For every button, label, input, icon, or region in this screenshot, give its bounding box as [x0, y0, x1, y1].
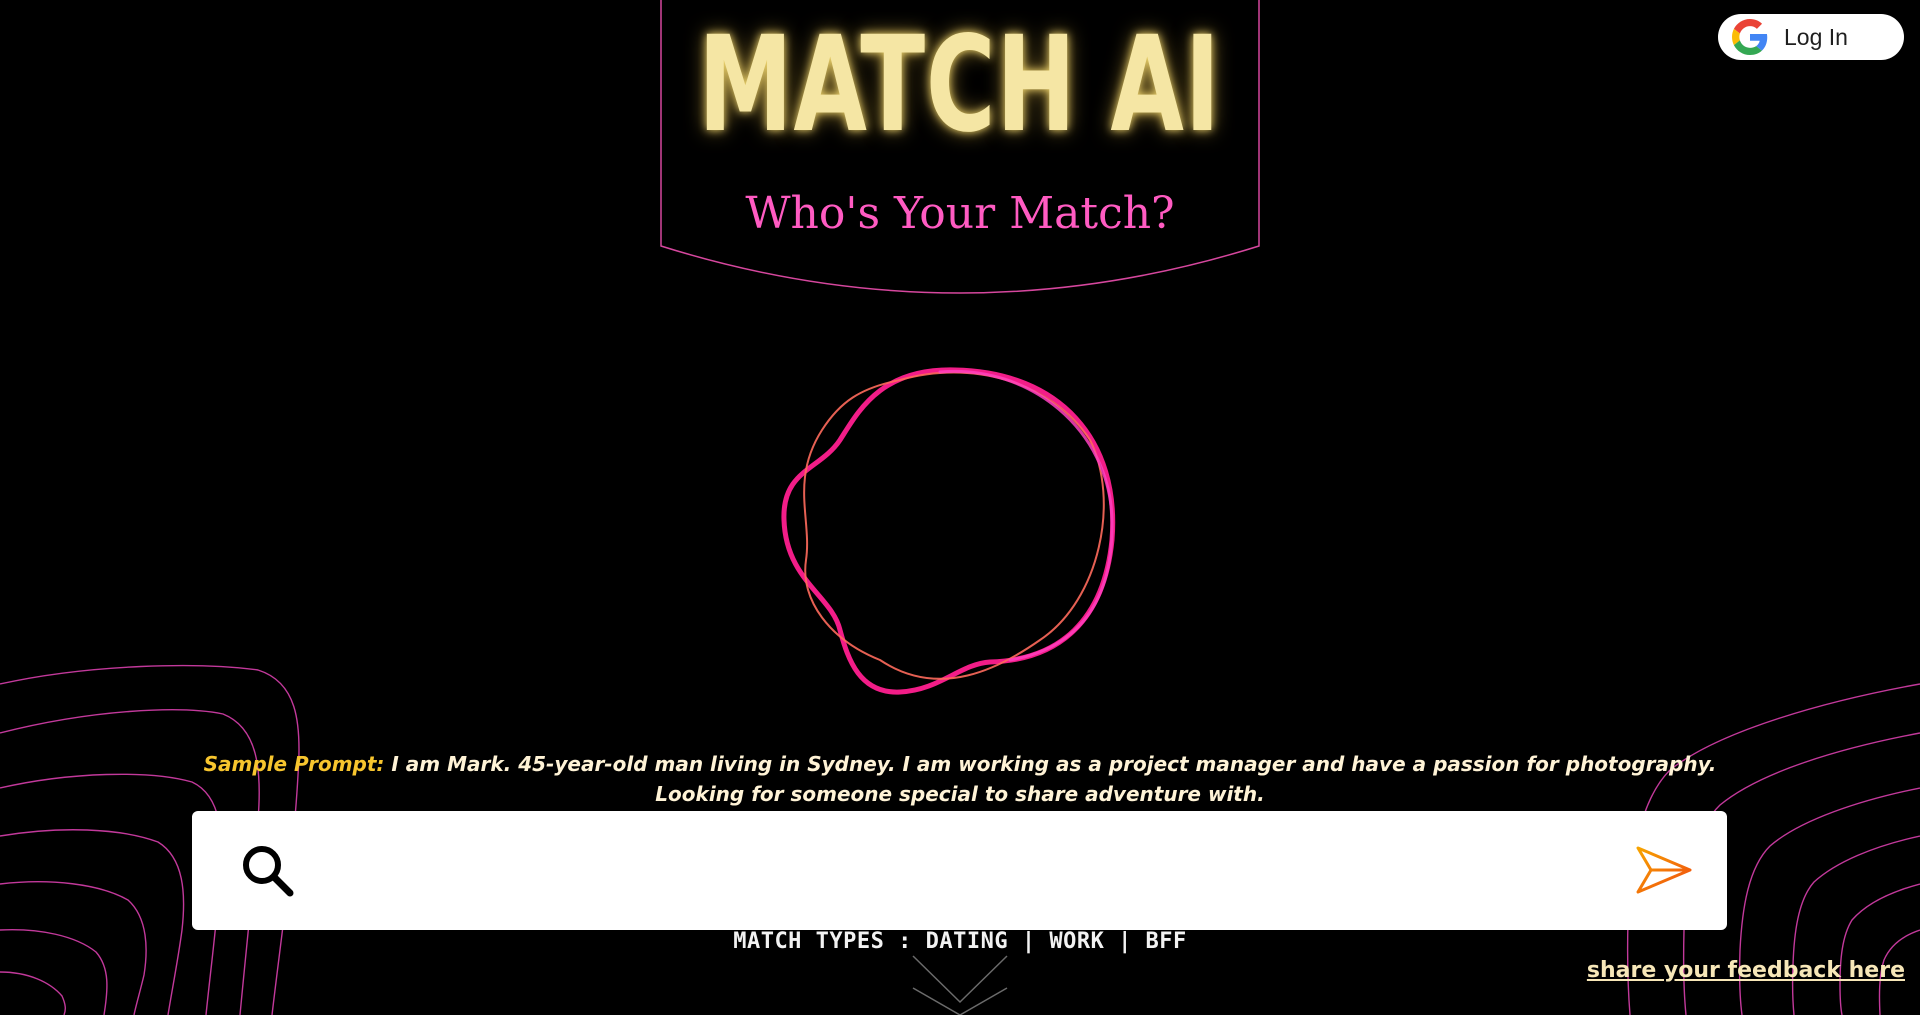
- sample-prompt-label: Sample Prompt:: [203, 752, 385, 776]
- chevron-down-icon[interactable]: [912, 955, 1008, 1015]
- search-icon: [243, 846, 294, 897]
- login-label: Log In: [1784, 23, 1848, 50]
- app-title: MATCH AI: [698, 8, 1221, 162]
- search-bar: [192, 811, 1727, 930]
- app-subtitle: Who's Your Match?: [745, 188, 1175, 239]
- google-login-button[interactable]: Log In: [1718, 14, 1904, 60]
- sample-prompt: Sample Prompt: I am Mark. 45-year-old ma…: [200, 749, 1720, 809]
- glow-ring-animation: [781, 367, 1116, 695]
- google-g-icon: [1732, 19, 1768, 55]
- feedback-link[interactable]: share your feedback here: [1587, 958, 1905, 983]
- send-arrow-icon[interactable]: [1635, 845, 1693, 895]
- sample-prompt-text: I am Mark. 45-year-old man living in Syd…: [384, 752, 1717, 806]
- match-types: MATCH TYPES : DATING | WORK | BFF: [733, 929, 1187, 954]
- page: Log In MATCH AI Who's Your Match? Sample…: [0, 0, 1920, 1015]
- search-input[interactable]: [322, 831, 1576, 913]
